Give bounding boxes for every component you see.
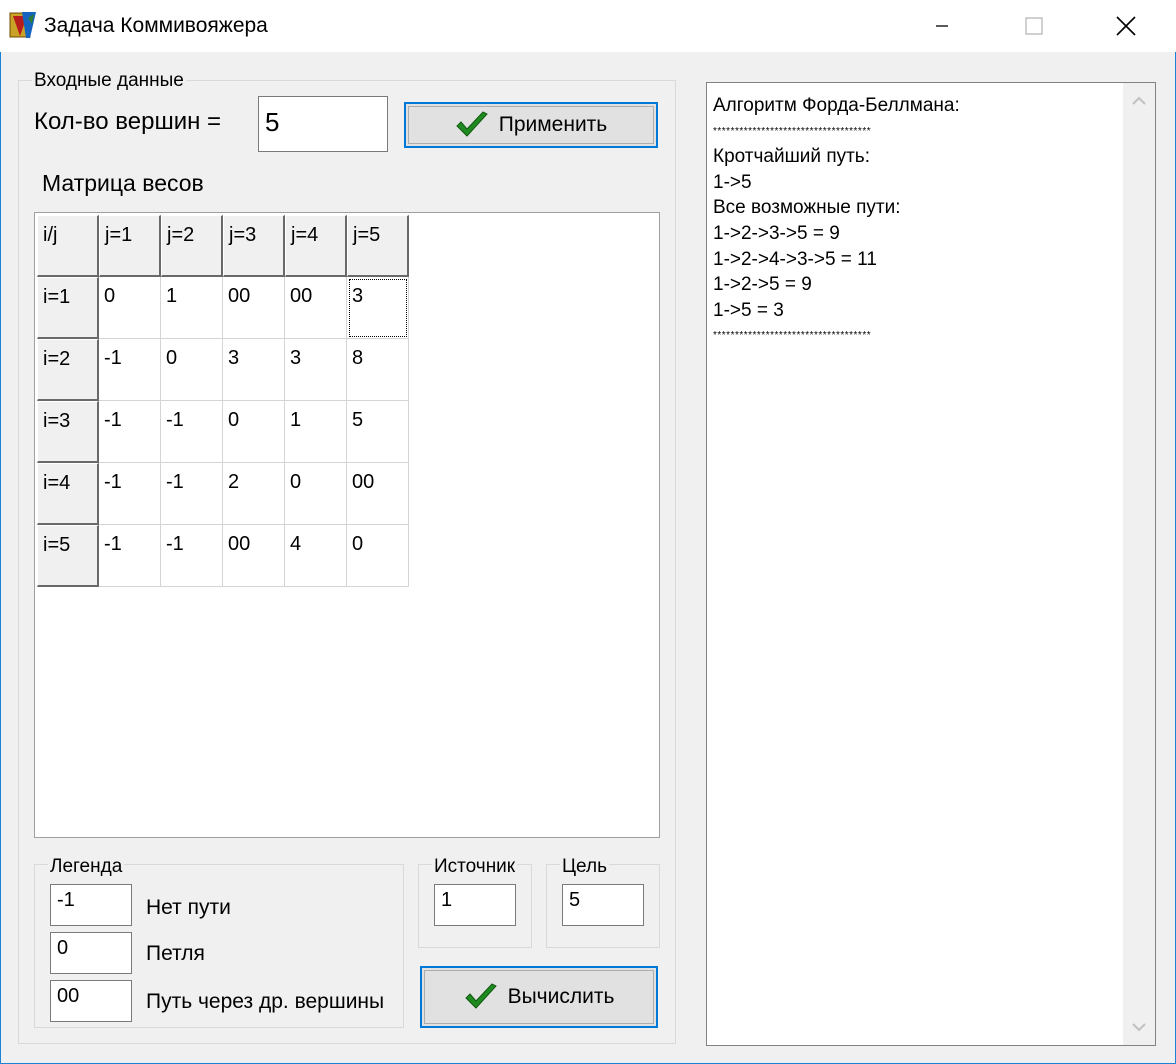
checkmark-icon: [456, 111, 488, 137]
output-line: Алгоритм Форда-Беллмана:: [713, 95, 960, 116]
matrix-cell[interactable]: 00: [347, 463, 409, 525]
minimize-icon: [936, 25, 948, 27]
matrix-cell[interactable]: 2: [223, 463, 285, 525]
matrix-cells: i/j j=1 j=2 j=3 j=4 j=5 i=1 i=2 i=3 i=4 i=5 0 1 00 00 3…: [37, 215, 409, 587]
output-line: ************************************: [713, 125, 872, 137]
vertex-count-input[interactable]: 5: [258, 96, 388, 152]
matrix-cell[interactable]: -1: [99, 401, 161, 463]
matrix-cell[interactable]: 3: [223, 339, 285, 401]
matrix-cell[interactable]: 00: [223, 277, 285, 339]
checkmark-icon: [464, 983, 497, 1009]
matrix-cell[interactable]: 0: [223, 401, 285, 463]
matrix-row-header: i=5: [37, 525, 99, 587]
matrix-cell[interactable]: 0: [161, 339, 223, 401]
matrix-cell[interactable]: 0: [347, 525, 409, 587]
input-group-label: Входные данные: [32, 70, 186, 92]
target-input[interactable]: 5: [562, 884, 644, 926]
matrix-cell[interactable]: -1: [99, 463, 161, 525]
minimize-button[interactable]: [896, 0, 988, 52]
source-input[interactable]: 1: [434, 884, 516, 926]
matrix-cell[interactable]: 00: [223, 525, 285, 587]
matrix-row-header: i=2: [37, 339, 99, 401]
output-line: ************************************: [713, 330, 872, 342]
matrix-cell[interactable]: -1: [99, 525, 161, 587]
output-line: 1->5 = 3: [713, 299, 784, 321]
matrix-cell[interactable]: 1: [161, 277, 223, 339]
window-title: Задача Коммивояжера: [44, 14, 268, 37]
legend-no-path-text: Нет пути: [146, 896, 231, 919]
matrix-cell[interactable]: 00: [285, 277, 347, 339]
maximize-icon: [1025, 17, 1043, 35]
legend-no-path-code: -1: [50, 884, 132, 926]
matrix-cell[interactable]: 8: [347, 339, 409, 401]
matrix-row-header: i=4: [37, 463, 99, 525]
output-line: Кротчайший путь:: [713, 146, 870, 168]
matrix-cell[interactable]: 0: [285, 463, 347, 525]
legend-group-label: Легенда: [48, 856, 125, 878]
matrix-column-header: j=4: [285, 215, 347, 277]
scroll-up-icon[interactable]: [1131, 95, 1147, 107]
matrix-row-header: i=1: [37, 277, 99, 339]
vertex-count-label: Кол-во вершин =: [34, 108, 222, 135]
apply-button-label: Применить: [498, 113, 608, 136]
matrix-column-header: j=5: [347, 215, 409, 277]
output-line: Все возможные пути:: [713, 197, 901, 219]
matrix-column-header: j=2: [161, 215, 223, 277]
matrix-cell[interactable]: -1: [161, 463, 223, 525]
compute-button[interactable]: Вычислить: [420, 966, 658, 1028]
target-label: Цель: [560, 856, 609, 878]
maximize-button[interactable]: [988, 0, 1080, 52]
source-label: Источник: [432, 856, 518, 878]
output-memo[interactable]: Алгоритм Форда-Беллмана: ****************…: [706, 82, 1156, 1046]
matrix-cell[interactable]: 0: [99, 277, 161, 339]
weight-matrix-grid[interactable]: i/j j=1 j=2 j=3 j=4 j=5 i=1 i=2 i=3 i=4 i=5 0 1 00 00 3…: [34, 212, 660, 838]
matrix-cell[interactable]: 4: [285, 525, 347, 587]
matrix-cell[interactable]: -1: [161, 401, 223, 463]
output-line: 1->2->4->3->5 = 11: [713, 248, 877, 270]
matrix-column-header: j=3: [223, 215, 285, 277]
legend-via-path-code: 00: [50, 980, 132, 1022]
matrix-cell[interactable]: -1: [99, 339, 161, 401]
matrix-column-header: j=1: [99, 215, 161, 277]
matrix-corner-header: i/j: [37, 215, 99, 277]
close-icon: [1116, 16, 1136, 36]
matrix-cell[interactable]: 3: [285, 339, 347, 401]
output-line: 1->2->3->5 = 9: [713, 222, 840, 244]
legend-loop-code: 0: [50, 932, 132, 974]
vertical-scrollbar[interactable]: [1123, 83, 1155, 1045]
compute-button-label: Вычислить: [507, 985, 615, 1008]
matrix-cell[interactable]: 1: [285, 401, 347, 463]
matrix-cell[interactable]: 3: [347, 277, 409, 339]
output-line: 1->2->5 = 9: [713, 274, 812, 296]
apply-button[interactable]: Применить: [404, 102, 658, 148]
matrix-label: Матрица весов: [42, 170, 204, 196]
app-icon: [8, 10, 38, 40]
matrix-cell[interactable]: 5: [347, 401, 409, 463]
legend-via-path-text: Путь через др. вершины: [146, 990, 385, 1013]
output-line: 1->5: [713, 171, 752, 193]
scroll-down-icon[interactable]: [1131, 1021, 1147, 1033]
close-button[interactable]: [1080, 0, 1172, 52]
matrix-row-header: i=3: [37, 401, 99, 463]
matrix-cell[interactable]: -1: [161, 525, 223, 587]
legend-loop-text: Петля: [146, 942, 205, 965]
title-bar: Задача Коммивояжера: [0, 0, 1176, 52]
output-text: Алгоритм Форда-Беллмана: ****************…: [713, 93, 1113, 349]
